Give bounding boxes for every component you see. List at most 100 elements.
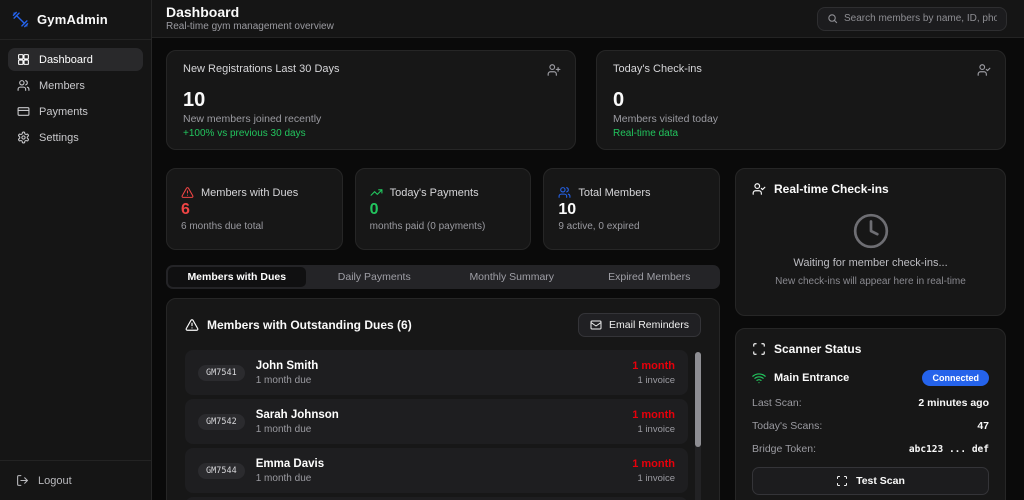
connection-status-badge: Connected bbox=[922, 370, 989, 386]
main-area: New Registrations Last 30 Days 10 New me… bbox=[152, 38, 1024, 500]
stat-value: 10 bbox=[183, 89, 559, 111]
mail-icon bbox=[590, 319, 602, 331]
dues-list-wrap: GM7541 John Smith 1 month due 1 month 1 … bbox=[185, 350, 701, 500]
card-total-members: Total Members 10 9 active, 0 expired bbox=[543, 168, 720, 250]
sidebar: GymAdmin Dashboard Members Payments Sett… bbox=[0, 0, 152, 500]
sidebar-spacer bbox=[0, 157, 151, 460]
test-scan-label: Test Scan bbox=[856, 475, 905, 487]
page-title: Dashboard bbox=[166, 5, 334, 20]
member-row[interactable]: GM7544 Emma Davis 1 month due 1 month 1 … bbox=[185, 448, 688, 493]
member-row[interactable]: GM7542 Sarah Johnson 1 month due 1 month… bbox=[185, 399, 688, 444]
scrollbar-thumb[interactable] bbox=[695, 352, 701, 447]
trending-up-icon bbox=[370, 186, 383, 199]
email-reminders-button[interactable]: Email Reminders bbox=[578, 313, 701, 337]
tab-monthly-summary[interactable]: Monthly Summary bbox=[443, 267, 581, 287]
top-stats-row: New Registrations Last 30 Days 10 New me… bbox=[166, 50, 1006, 150]
sidebar-nav: Dashboard Members Payments Settings bbox=[0, 40, 151, 157]
credit-card-icon bbox=[17, 105, 30, 118]
scanner-panel-title: Scanner Status bbox=[774, 342, 861, 356]
logout-icon bbox=[16, 474, 29, 487]
member-invoice-count: 1 invoice bbox=[632, 424, 675, 435]
sidebar-item-members[interactable]: Members bbox=[8, 74, 143, 97]
dumbbell-icon bbox=[12, 11, 29, 28]
sidebar-item-payments[interactable]: Payments bbox=[8, 100, 143, 123]
card-todays-payments: Today's Payments 0 months paid (0 paymen… bbox=[355, 168, 532, 250]
sidebar-item-label: Members bbox=[39, 80, 85, 92]
page-subtitle: Real-time gym management overview bbox=[166, 21, 334, 32]
tab-members-with-dues[interactable]: Members with Dues bbox=[168, 267, 306, 287]
sidebar-item-dashboard[interactable]: Dashboard bbox=[8, 48, 143, 71]
member-name: Emma Davis bbox=[256, 458, 622, 471]
dashboard-tabs: Members with Dues Daily Payments Monthly… bbox=[166, 265, 720, 289]
app-name: GymAdmin bbox=[37, 12, 108, 27]
content: Dashboard Real-time gym management overv… bbox=[152, 0, 1024, 500]
tab-daily-payments[interactable]: Daily Payments bbox=[306, 267, 444, 287]
search-input[interactable] bbox=[844, 13, 997, 24]
gear-icon bbox=[17, 131, 30, 144]
member-detail: 1 month due bbox=[256, 375, 622, 386]
sidebar-item-label: Dashboard bbox=[39, 54, 93, 66]
card-title: New Registrations Last 30 Days bbox=[183, 63, 559, 75]
stat-title: Total Members bbox=[578, 187, 650, 199]
small-stats-row: Members with Dues 6 6 months due total T… bbox=[166, 168, 720, 250]
checkins-empty-caption: New check-ins will appear here in real-t… bbox=[775, 276, 966, 287]
checkins-panel-title-row: Real-time Check-ins bbox=[752, 182, 989, 196]
outstanding-dues-panel: Members with Outstanding Dues (6) Email … bbox=[166, 298, 720, 500]
member-id-badge: GM7544 bbox=[198, 463, 245, 479]
last-scan-value: 2 minutes ago bbox=[918, 397, 989, 409]
sidebar-item-settings[interactable]: Settings bbox=[8, 126, 143, 149]
clock-icon bbox=[852, 212, 890, 250]
member-row[interactable]: GM7541 John Smith 1 month due 1 month 1 … bbox=[185, 350, 688, 395]
member-months-due: 1 month bbox=[632, 409, 675, 422]
test-scan-button[interactable]: Test Scan bbox=[752, 467, 989, 495]
todays-scans-value: 47 bbox=[977, 420, 989, 432]
todays-scans-label: Today's Scans: bbox=[752, 420, 822, 432]
wifi-icon bbox=[752, 371, 766, 385]
card-title: Today's Check-ins bbox=[613, 63, 989, 75]
search-icon bbox=[827, 13, 838, 24]
top-header: Dashboard Real-time gym management overv… bbox=[152, 0, 1024, 38]
scanner-location: Main Entrance bbox=[774, 372, 922, 384]
stat-caption: months paid (0 payments) bbox=[370, 221, 517, 232]
stat-trend: Real-time data bbox=[613, 128, 989, 139]
header-titles: Dashboard Real-time gym management overv… bbox=[166, 5, 334, 32]
card-todays-checkins: Today's Check-ins 0 Members visited toda… bbox=[596, 50, 1006, 150]
last-scan-row: Last Scan: 2 minutes ago bbox=[752, 397, 989, 409]
alert-triangle-icon bbox=[185, 318, 199, 332]
card-new-registrations: New Registrations Last 30 Days 10 New me… bbox=[166, 50, 576, 150]
scan-icon bbox=[752, 342, 766, 356]
sidebar-item-label: Settings bbox=[39, 132, 79, 144]
list-scrollbar[interactable] bbox=[695, 352, 701, 500]
member-id-badge: GM7542 bbox=[198, 414, 245, 430]
sidebar-item-label: Payments bbox=[39, 106, 88, 118]
realtime-checkins-panel: Real-time Check-ins Waiting for member c… bbox=[735, 168, 1006, 316]
member-id-badge: GM7541 bbox=[198, 365, 245, 381]
scanner-status-panel: Scanner Status Main Entrance Connected L… bbox=[735, 328, 1006, 500]
dues-panel-title-row: Members with Outstanding Dues (6) bbox=[185, 318, 412, 332]
dashboard-grid-icon bbox=[17, 53, 30, 66]
stat-title: Today's Payments bbox=[390, 187, 479, 199]
todays-scans-row: Today's Scans: 47 bbox=[752, 420, 989, 432]
users-icon bbox=[17, 79, 30, 92]
member-main: Sarah Johnson 1 month due bbox=[256, 409, 622, 435]
search-box[interactable] bbox=[817, 7, 1007, 31]
member-main: Emma Davis 1 month due bbox=[256, 458, 622, 484]
logout-button[interactable]: Logout bbox=[0, 460, 151, 500]
scan-icon bbox=[836, 475, 848, 487]
app-logo: GymAdmin bbox=[0, 0, 151, 40]
left-column: Members with Dues 6 6 months due total T… bbox=[166, 168, 720, 500]
bottom-section: Members with Dues 6 6 months due total T… bbox=[166, 168, 1006, 500]
checkins-empty-state: Waiting for member check-ins... New chec… bbox=[752, 196, 989, 302]
member-dues-summary: 1 month 1 invoice bbox=[632, 458, 675, 484]
user-check-icon bbox=[752, 182, 766, 196]
member-main: John Smith 1 month due bbox=[256, 360, 622, 386]
member-dues-summary: 1 month 1 invoice bbox=[632, 360, 675, 386]
scanner-location-row: Main Entrance Connected bbox=[752, 370, 989, 386]
stat-trend: +100% vs previous 30 days bbox=[183, 128, 559, 139]
user-check-icon bbox=[977, 63, 991, 77]
dues-panel-header: Members with Outstanding Dues (6) Email … bbox=[185, 313, 701, 337]
tab-expired-members[interactable]: Expired Members bbox=[581, 267, 719, 287]
bridge-token-row: Bridge Token: abc123 ... def bbox=[752, 443, 989, 455]
scanner-panel-title-row: Scanner Status bbox=[752, 342, 989, 356]
stat-caption: 6 months due total bbox=[181, 221, 328, 232]
